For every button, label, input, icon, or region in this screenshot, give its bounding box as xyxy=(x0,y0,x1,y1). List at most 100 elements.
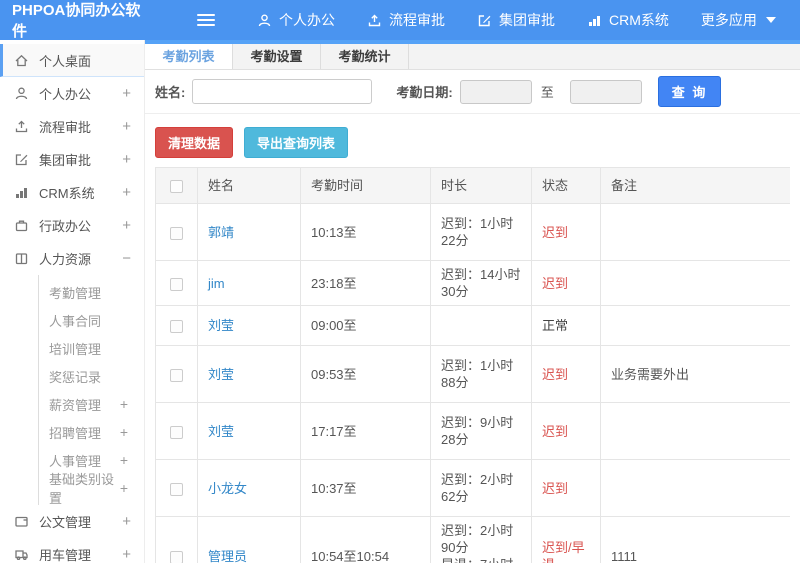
sidebar-item-crm-system[interactable]: CRM系统 + xyxy=(0,176,144,209)
flow-icon xyxy=(367,13,382,28)
row-checkbox[interactable] xyxy=(170,226,183,240)
nav-crm-system[interactable]: CRM系统 xyxy=(587,10,669,30)
submenu-item-label: 招聘管理 xyxy=(49,425,102,441)
date-to-input[interactable] xyxy=(569,79,642,104)
chart-icon xyxy=(587,13,602,28)
note-cell: 业务需要外出 xyxy=(600,345,790,403)
expand-icon: + xyxy=(122,151,131,168)
table-row: 刘莹 09:53至 迟到：1小时88分 迟到 业务需要外出 xyxy=(155,345,790,403)
sidebar-item-workflow-approval[interactable]: 流程审批 + xyxy=(0,110,144,143)
caret-down-icon xyxy=(765,17,776,23)
employee-name-link[interactable]: 刘莹 xyxy=(208,367,234,382)
employee-name-link[interactable]: 刘莹 xyxy=(208,318,234,333)
sidebar-item-label: 个人办公 xyxy=(39,87,92,102)
tab-attendance-stats[interactable]: 考勤统计 xyxy=(321,44,409,69)
duration-cell: 迟到：1小时88分 xyxy=(430,345,532,403)
export-list-button[interactable]: 导出查询列表 xyxy=(244,127,349,158)
table-row: 刘莹 09:00至 正常 xyxy=(155,305,790,346)
submenu-item-label: 奖惩记录 xyxy=(49,369,102,385)
main-content: 考勤列表 考勤设置 考勤统计 姓名: 考勤日期: 至 查 询 清理数据 导出查询… xyxy=(145,40,800,563)
submenu-item-hr-contract[interactable]: 人事合同 xyxy=(39,306,144,334)
tab-attendance-list[interactable]: 考勤列表 xyxy=(145,44,233,69)
note-cell xyxy=(600,402,790,460)
collapse-icon: − xyxy=(122,250,131,267)
submenu-item-salary[interactable]: 薪资管理 + xyxy=(39,390,144,418)
nav-group-approval[interactable]: 集团审批 xyxy=(477,10,555,30)
home-icon xyxy=(14,53,30,68)
nav-workflow-approval[interactable]: 流程审批 xyxy=(367,10,445,30)
row-checkbox[interactable] xyxy=(170,368,183,382)
employee-name-link[interactable]: 郭靖 xyxy=(208,225,234,240)
row-checkbox[interactable] xyxy=(170,482,183,496)
expand-icon: + xyxy=(122,118,131,135)
duration-cell xyxy=(430,305,532,346)
status-text: 迟到 xyxy=(531,402,601,460)
expand-icon: + xyxy=(122,546,131,563)
row-checkbox[interactable] xyxy=(170,425,183,439)
date-from-input[interactable] xyxy=(459,79,532,104)
duration-cell: 迟到：14小时30分 xyxy=(430,260,532,306)
sidebar-item-label: 人力资源 xyxy=(39,252,92,267)
sidebar-item-document-management[interactable]: 公文管理 + xyxy=(0,505,144,538)
submenu-item-rewards[interactable]: 奖惩记录 xyxy=(39,362,144,390)
submenu-item-training[interactable]: 培训管理 xyxy=(39,334,144,362)
clean-data-button[interactable]: 清理数据 xyxy=(155,127,234,158)
table-row: jim 23:18至 迟到：14小时30分 迟到 xyxy=(155,260,790,306)
sidebar-item-label: 用车管理 xyxy=(39,548,92,563)
row-checkbox[interactable] xyxy=(170,277,183,291)
top-navigation: 个人办公 流程审批 集团审批 CRM系统 更多应用 xyxy=(241,10,792,30)
expand-icon: + xyxy=(119,396,128,412)
chart-icon xyxy=(14,185,30,200)
table-row: 郭靖 10:13至 迟到：1小时22分 迟到 xyxy=(155,203,790,261)
filter-bar: 姓名: 考勤日期: 至 查 询 xyxy=(145,70,800,114)
employee-name-link[interactable]: 小龙女 xyxy=(208,481,247,496)
nav-personal-office[interactable]: 个人办公 xyxy=(257,10,335,30)
submenu-item-base-category[interactable]: 基础类别设置 + xyxy=(39,472,144,506)
row-checkbox[interactable] xyxy=(170,320,183,334)
sidebar-item-label: CRM系统 xyxy=(39,186,95,201)
edit-icon xyxy=(477,13,492,28)
submenu-item-attendance[interactable]: 考勤管理 xyxy=(39,278,144,306)
submenu-item-label: 基础类别设置 xyxy=(49,472,115,506)
select-all-checkbox[interactable] xyxy=(170,180,183,194)
table-row: 刘莹 17:17至 迟到：9小时28分 迟到 xyxy=(155,402,790,460)
column-header-name: 姓名 xyxy=(197,167,301,204)
name-filter-input[interactable] xyxy=(192,79,373,104)
date-range-to-label: 至 xyxy=(540,85,554,100)
attendance-time: 10:13至 xyxy=(300,203,431,261)
sidebar-item-group-approval[interactable]: 集团审批 + xyxy=(0,143,144,176)
sidebar-item-personal-office[interactable]: 个人办公 + xyxy=(0,77,144,110)
attendance-time: 10:37至 xyxy=(300,459,431,517)
submenu-item-label: 人事合同 xyxy=(49,313,102,329)
attendance-time: 09:00至 xyxy=(300,305,431,346)
sidebar-item-vehicle-management[interactable]: 用车管理 + xyxy=(0,538,144,571)
name-filter-label: 姓名: xyxy=(155,85,186,100)
row-checkbox[interactable] xyxy=(170,550,183,563)
sidebar-item-human-resources[interactable]: 人力资源 − xyxy=(0,242,144,275)
user-icon xyxy=(14,86,30,101)
employee-name-link[interactable]: 刘莹 xyxy=(208,424,234,439)
submenu-item-label: 人事管理 xyxy=(49,453,102,469)
employee-name-link[interactable]: 管理员 xyxy=(208,549,247,564)
expand-icon: + xyxy=(122,513,131,530)
duration-cell: 迟到：1小时22分 xyxy=(430,203,532,261)
submenu-item-recruiting[interactable]: 招聘管理 + xyxy=(39,418,144,446)
nav-more-apps[interactable]: 更多应用 xyxy=(701,10,776,30)
sidebar-item-admin-office[interactable]: 行政办公 + xyxy=(0,209,144,242)
tab-attendance-settings[interactable]: 考勤设置 xyxy=(233,44,321,69)
sidebar-item-label: 集团审批 xyxy=(39,153,92,168)
employee-name-link[interactable]: jim xyxy=(208,276,225,291)
note-cell xyxy=(600,203,790,261)
search-button[interactable]: 查 询 xyxy=(657,76,722,107)
menu-toggle-icon[interactable] xyxy=(197,11,215,29)
sidebar-item-personal-desktop[interactable]: 个人桌面 xyxy=(0,44,144,77)
duration-cell: 迟到：9小时28分 xyxy=(430,402,532,460)
duration-cell: 迟到：2小时62分 xyxy=(430,459,532,517)
expand-icon: + xyxy=(119,424,128,440)
status-text: 迟到 xyxy=(531,260,601,306)
attendance-table: 姓名 考勤时间 时长 状态 备注 郭靖 10:13至 迟到：1小时22分 迟到 xyxy=(155,167,790,563)
status-text: 迟到 xyxy=(531,345,601,403)
document-icon xyxy=(14,514,30,529)
briefcase-icon xyxy=(14,218,30,233)
sidebar-item-label: 个人桌面 xyxy=(39,53,92,69)
